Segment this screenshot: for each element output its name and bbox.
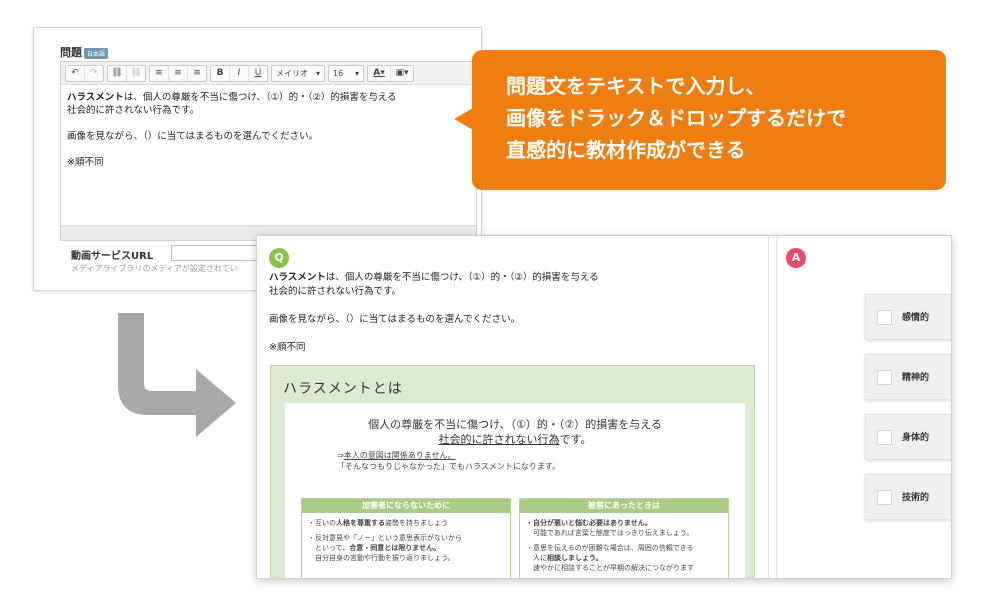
editor-text-line: 社会的に許されない行為です。 [67,105,200,116]
question-pane: Q ハラスメントは、個人の尊厳を不当に傷つけ、（①）的・（②）的損害を与える 社… [257,236,769,578]
box-bold-text: 人格を尊重する [336,519,385,527]
chevron-down-icon: ▾ [354,68,359,78]
undo-icon[interactable]: ↶ [66,65,85,81]
question-line: ※順不同 [269,342,306,353]
align-center-icon[interactable]: ≡ [169,65,188,81]
editor-content[interactable]: ハラスメントは、個人の尊厳を不当に傷つけ、（①）的・（②）的損害を与える 社会的… [61,85,476,175]
box-text: 可能であれば言葉と態度ではっきり伝えましょう。 [533,529,694,537]
feature-callout: 問題文をテキストで入力し、 画像をドラック＆ドロップするだけで 直感的に教材作成… [472,50,946,190]
box-text: ・互いの [308,519,336,527]
history-group: ↶ ↷ [65,64,104,82]
slide-definition-line: 個人の尊厳を不当に傷つけ、（①）的・（②）的損害を与える [368,418,662,431]
box-text: といって、 [315,544,350,552]
choice-checkbox[interactable] [877,310,892,325]
box-text: 姿勢を持ちましょう [385,519,448,527]
quiz-preview: Q ハラスメントは、個人の尊厳を不当に傷つけ、（①）的・（②）的損害を与える 社… [256,235,952,579]
editor-text-line: ※順不同 [67,157,104,168]
slide-image: ハラスメントとは 個人の尊厳を不当に傷つけ、（①）的・（②）的損害を与える 社会… [270,365,755,578]
box-bold-text: ・自分が悪いと悩む必要はありません。 [526,519,652,527]
question-text: ハラスメントは、個人の尊厳を不当に傷つけ、（①）的・（②）的損害を与える 社会的… [269,271,759,355]
choice-item[interactable]: 技術的 [865,474,951,520]
font-size-value: 16 [333,68,344,78]
link-icon[interactable]: ⛓ [108,65,127,81]
box-text: 自分自身の言動や行動を振り返りましょう。 [315,554,455,562]
box-text: ・意思を伝えるのが困難な場合は、周囲の信頼できる [526,544,694,552]
choice-checkbox[interactable] [877,430,892,445]
text-color-icon[interactable]: A▾ [368,65,391,81]
choice-item[interactable]: 身体的 [865,414,951,460]
prevention-box-title: 加害者にならないために [302,499,510,513]
question-label-text: 問題 [60,46,82,59]
underline-icon[interactable]: U [249,66,267,81]
question-line: 画像を見ながら、（）に当てはまるものを選んでください。 [269,314,521,325]
question-bold-term: ハラスメント [269,272,326,283]
answer-pane: A 感情的 精神的 身体的 技術的 [776,236,951,578]
box-text: 速やかに相談することが早期の解決につながります [533,564,694,572]
font-size-select[interactable]: 16 ▾ [328,64,364,82]
question-badge: Q [269,248,289,268]
choice-label: 精神的 [902,373,930,383]
chevron-down-icon: ▾ [315,68,320,78]
align-group: ≡ ≡ ≡ [149,64,207,82]
slide-title: ハラスメントとは [283,381,403,397]
italic-icon[interactable]: I [230,65,249,81]
callout-pointer [454,108,473,130]
align-right-icon[interactable]: ≡ [188,66,206,81]
video-url-label: 動画サービスURL [71,251,154,262]
font-family-select[interactable]: メイリオ ▾ [271,64,325,82]
victim-box-title: 被害にあったときは [520,499,728,513]
victim-box-body: ・自分が悪いと悩む必要はありません。 可能であれば言葉と態度ではっきり伝えましょ… [520,513,728,578]
slide-content: 個人の尊厳を不当に傷つけ、（①）的・（②）的損害を与える 社会的に許されない行為… [285,403,745,578]
slide-note: ⇒本人の意図は関係ありません。 「そんなつもりじゃなかった」でもハラスメントにな… [337,450,560,472]
slide-note-line: 「そんなつもりじゃなかった」でもハラスメントになります。 [337,462,561,471]
question-line: 社会的に許されない行為です。 [269,286,402,297]
format-group: B I U [210,64,268,82]
rich-text-editor[interactable]: ↶ ↷ ⛓ ⛓ ≡ ≡ ≡ B I U メイリオ ▾ 16 ▾ A▾ ▣▾ ハラ… [60,61,477,241]
background-color-icon[interactable]: ▣▾ [391,66,413,81]
slide-definition: 個人の尊厳を不当に傷つけ、（①）的・（②）的損害を与える 社会的に許されない行為… [285,417,745,447]
callout-line: 直感的に教材作成ができる [506,138,746,162]
unlink-icon[interactable]: ⛓ [127,66,145,81]
box-bold-text: 相談しましょう。 [547,554,603,562]
editor-bold-term: ハラスメント [67,92,124,103]
callout-line: 画像をドラック＆ドロップするだけで [506,106,846,130]
callout-line: 問題文をテキストで入力し、 [506,74,766,98]
arrow-right-icon: ⇒ [337,451,344,460]
editor-toolbar: ↶ ↷ ⛓ ⛓ ≡ ≡ ≡ B I U メイリオ ▾ 16 ▾ A▾ ▣▾ [61,62,476,85]
color-group: A▾ ▣▾ [367,64,414,82]
editor-text-line: 画像を見ながら、（）に当てはまるものを選んでください。 [67,131,319,142]
slide-underlined-phrase: 社会的に許されない行為 [438,433,560,446]
align-left-icon[interactable]: ≡ [150,65,169,81]
box-text: ・反対意見や「ノー」という意思表示がないから [308,534,462,542]
choice-checkbox[interactable] [877,490,892,505]
prevention-box-body: ・互いの人格を尊重する姿勢を持ちましょう ・反対意見や「ノー」という意思表示がな… [302,513,510,568]
media-library-note: メディアライブラリのメディアが設定されてい [71,264,238,273]
box-bold-text: 合意・同意とは限りません。 [349,544,441,552]
choice-item[interactable]: 精神的 [865,354,951,400]
slide-note-line: 本人の意図は関係ありません。 [343,451,456,460]
slide-definition-tail: です。 [559,433,592,446]
question-label: 問題 日本語 [60,44,109,60]
choice-checkbox[interactable] [877,370,892,385]
answer-badge: A [786,248,806,268]
link-group: ⛓ ⛓ [107,64,146,82]
redo-icon[interactable]: ↷ [85,66,103,81]
editor-text-line: は、個人の尊厳を不当に傷つけ、（①）的・（②）的損害を与える [123,92,397,103]
choice-item[interactable]: 感情的 [865,294,951,340]
font-family-value: メイリオ [276,68,308,78]
prevention-box: 加害者にならないために ・互いの人格を尊重する姿勢を持ちましょう ・反対意見や「… [301,498,511,578]
choice-label: 感情的 [902,313,930,323]
flow-arrow-icon [118,313,236,437]
question-line: は、個人の尊厳を不当に傷つけ、（①）的・（②）的損害を与える [325,272,599,283]
choice-label: 技術的 [902,493,930,503]
box-text: 人に [533,554,547,562]
bold-icon[interactable]: B [211,65,230,81]
victim-box: 被害にあったときは ・自分が悪いと悩む必要はありません。 可能であれば言葉と態度… [519,498,729,578]
choice-label: 身体的 [902,433,930,443]
language-badge[interactable]: 日本語 [84,47,109,59]
